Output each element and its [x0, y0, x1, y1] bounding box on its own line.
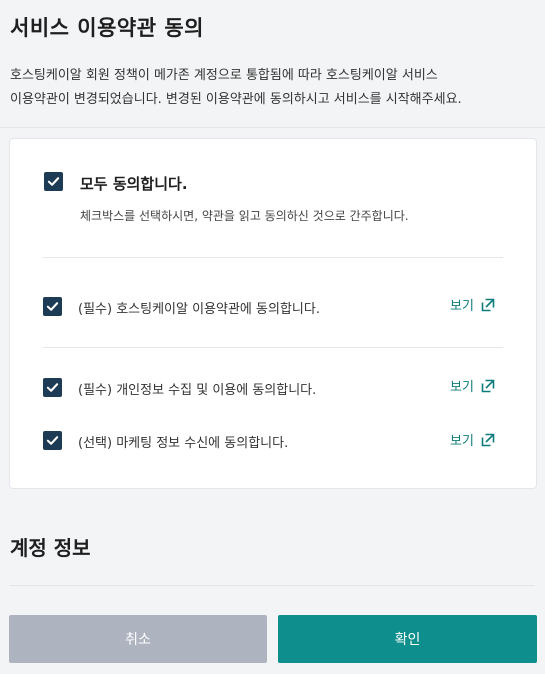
view-link-label: 보기 — [450, 299, 474, 314]
agree-all-checkbox[interactable] — [44, 172, 63, 191]
agree-all-label[interactable]: 모두 동의합니다. — [80, 173, 188, 194]
terms-of-service-view-link[interactable]: 보기 — [450, 295, 495, 314]
terms-of-service-checkbox[interactable] — [43, 297, 62, 316]
marketing-checkbox[interactable] — [43, 431, 62, 450]
view-link-label: 보기 — [450, 434, 474, 449]
divider — [10, 585, 535, 586]
view-link-label: 보기 — [450, 380, 474, 395]
checkmark-icon — [46, 436, 59, 445]
external-link-icon — [481, 298, 495, 311]
external-link-icon — [481, 433, 495, 446]
divider — [0, 127, 545, 128]
external-link-icon — [481, 379, 495, 392]
intro-line-2: 이용약관이 변경되었습니다. 변경된 이용약관에 동의하시고 서비스를 시작해주… — [10, 92, 462, 107]
agreement-card: 모두 동의합니다. 체크박스를 선택하시면, 약관을 읽고 동의하신 것으로 간… — [9, 138, 537, 489]
checkmark-icon — [46, 302, 59, 311]
confirm-button[interactable]: 확인 — [278, 615, 537, 663]
page-title: 서비스 이용약관 동의 — [10, 16, 205, 40]
divider — [43, 257, 503, 258]
checkmark-icon — [46, 383, 59, 392]
privacy-policy-label[interactable]: (필수) 개인정보 수집 및 이용에 동의합니다. — [78, 379, 316, 398]
account-info-title: 계정 정보 — [10, 536, 91, 560]
agree-all-description: 체크박스를 선택하시면, 약관을 읽고 동의하신 것으로 간주합니다. — [80, 209, 409, 223]
marketing-label[interactable]: (선택) 마케팅 정보 수신에 동의합니다. — [78, 432, 288, 451]
privacy-policy-view-link[interactable]: 보기 — [450, 376, 495, 395]
intro-text: 호스팅케이알 회원 정책이 메가존 계정으로 통합됨에 따라 호스팅케이알 서비… — [10, 64, 535, 112]
terms-of-service-label[interactable]: (필수) 호스팅케이알 이용약관에 동의합니다. — [78, 298, 320, 317]
privacy-policy-checkbox[interactable] — [43, 378, 62, 397]
checkmark-icon — [47, 177, 60, 186]
marketing-view-link[interactable]: 보기 — [450, 430, 495, 449]
divider — [43, 347, 503, 348]
cancel-button[interactable]: 취소 — [9, 615, 267, 663]
intro-line-1: 호스팅케이알 회원 정책이 메가존 계정으로 통합됨에 따라 호스팅케이알 서비… — [10, 68, 438, 83]
